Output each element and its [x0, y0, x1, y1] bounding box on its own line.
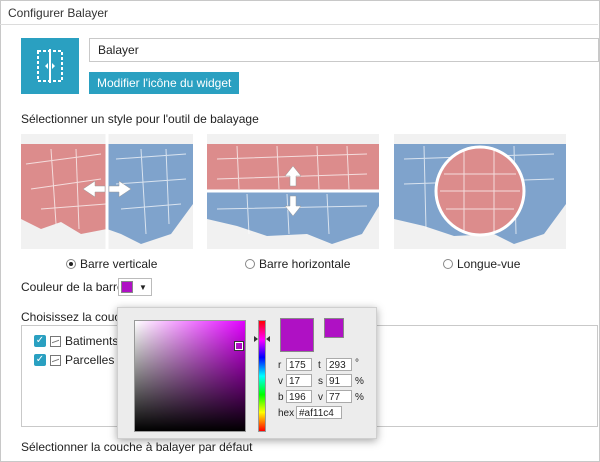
- checkbox-checked[interactable]: ✓: [34, 354, 46, 366]
- radio-button-selected[interactable]: [66, 259, 76, 269]
- swipe-widget-icon: [37, 49, 63, 83]
- hex-input[interactable]: #af11c4: [296, 406, 342, 419]
- spyglass-map-image: [394, 134, 566, 249]
- layer-icon: [50, 354, 61, 366]
- radio-label-horizontal: Barre horizontale: [259, 257, 351, 271]
- t-input[interactable]: 293: [326, 358, 352, 371]
- change-widget-icon-button[interactable]: Modifier l'icône du widget: [89, 72, 240, 94]
- vertical-bar-preview[interactable]: [21, 134, 193, 249]
- style-heading: Sélectionner un style pour l'outil de ba…: [21, 112, 259, 126]
- sv-marker[interactable]: [235, 342, 243, 350]
- color-swatch: [121, 281, 133, 293]
- spyglass-preview[interactable]: [394, 134, 566, 249]
- r-label: r: [278, 360, 282, 371]
- t-label: t: [318, 360, 321, 371]
- new-color-preview: [280, 318, 314, 352]
- radio-vertical-bar[interactable]: Barre verticale: [66, 257, 157, 271]
- radio-button[interactable]: [443, 259, 453, 269]
- dialog-title: Configurer Balayer: [8, 6, 109, 20]
- saturation-value-area[interactable]: [134, 320, 246, 432]
- degree-unit: °: [355, 358, 359, 369]
- v-input[interactable]: 17: [286, 374, 312, 387]
- bar-color-dropdown[interactable]: ▼: [118, 278, 152, 296]
- b-label: b: [278, 392, 284, 403]
- layer-item-parcelles[interactable]: ✓ Parcelles: [34, 353, 114, 367]
- percent-unit: %: [355, 376, 364, 387]
- hex-label: hex: [278, 408, 295, 419]
- bar-color-label: Couleur de la barre: [21, 280, 124, 294]
- default-layer-heading: Sélectionner la couche à balayer par déf…: [21, 440, 253, 454]
- percent-unit: %: [355, 392, 364, 403]
- radio-label-spyglass: Longue-vue: [457, 257, 521, 271]
- original-color-preview: [324, 318, 344, 338]
- horizontal-bar-map-image: [207, 134, 379, 249]
- layer-item-batiments[interactable]: ✓ Batiments: [34, 334, 118, 348]
- color-picker-popup: r 175 v 17 b 196 t 293 ° s 91 % v 77 % h…: [117, 307, 377, 439]
- r-input[interactable]: 175: [286, 358, 312, 371]
- radio-horizontal-bar[interactable]: Barre horizontale: [245, 257, 350, 271]
- s-label: s: [318, 376, 323, 387]
- v-label: v: [278, 376, 283, 387]
- hue-marker-icon[interactable]: [254, 336, 270, 342]
- radio-spyglass[interactable]: Longue-vue: [443, 257, 520, 271]
- radio-label-vertical: Barre verticale: [80, 257, 158, 271]
- widget-icon-button[interactable]: [21, 38, 79, 94]
- vertical-bar-map-image: [21, 134, 193, 249]
- layer-label: Parcelles: [65, 353, 115, 367]
- checkbox-checked[interactable]: ✓: [34, 335, 46, 347]
- horizontal-bar-preview[interactable]: [207, 134, 379, 249]
- layer-label: Batiments: [65, 334, 119, 348]
- v2-input[interactable]: 77: [326, 390, 352, 403]
- radio-button[interactable]: [245, 259, 255, 269]
- v2-label: v: [318, 392, 323, 403]
- widget-name-input[interactable]: Balayer: [89, 38, 599, 62]
- chevron-down-icon: ▼: [139, 282, 147, 292]
- s-input[interactable]: 91: [326, 374, 352, 387]
- layer-icon: [50, 335, 61, 347]
- title-divider: [0, 24, 598, 25]
- b-input[interactable]: 196: [286, 390, 312, 403]
